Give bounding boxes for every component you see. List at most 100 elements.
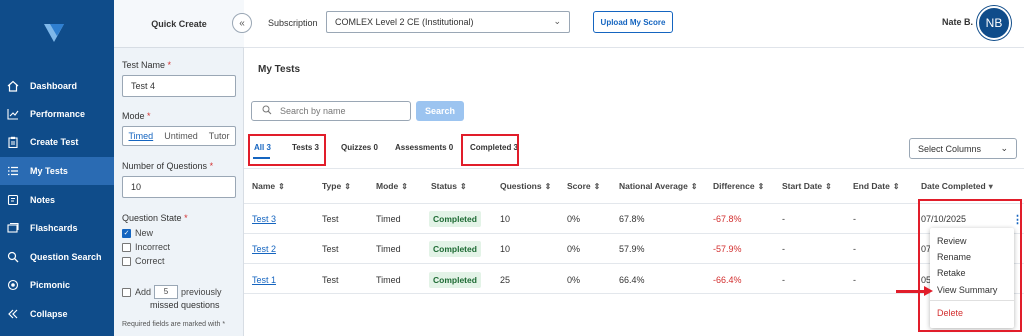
cell-end-date: - — [853, 214, 856, 224]
column-header-mode[interactable]: Mode ⇕ — [376, 181, 408, 191]
avatar[interactable]: NB — [977, 6, 1011, 40]
state-incorrect-checkbox[interactable]: Incorrect — [122, 242, 170, 252]
checkbox-icon — [122, 287, 131, 297]
cell-type: Test — [322, 244, 339, 254]
checkbox-icon — [122, 256, 131, 266]
cell-start-date: - — [782, 244, 785, 254]
sidebar-item-label: Collapse — [30, 309, 68, 319]
subscription-select[interactable]: COMLEX Level 2 CE (Institutional) ⌄ — [326, 11, 570, 33]
tab-assessments[interactable]: Assessments 0 — [395, 143, 453, 152]
chevron-down-icon: ⌄ — [553, 16, 561, 26]
mode-option-tutor[interactable]: Tutor — [209, 131, 230, 141]
cell-difference: -66.4% — [713, 275, 742, 285]
subscription-label: Subscription — [268, 18, 318, 28]
search-button[interactable]: Search — [416, 101, 464, 121]
highlight-box-menu — [918, 199, 1022, 332]
state-correct-checkbox[interactable]: Correct — [122, 256, 165, 266]
sidebar-item-label: Performance — [30, 109, 86, 119]
tab-quizzes[interactable]: Quizzes 0 — [341, 143, 378, 152]
select-columns-dropdown[interactable]: Select Columns ⌄ — [909, 138, 1017, 159]
sidebar-item-label: Question Search — [30, 252, 102, 262]
cell-difference: -67.8% — [713, 214, 742, 224]
add-missed-count-input[interactable]: 5 — [154, 285, 179, 299]
required-note: Required fields are marked with * — [122, 321, 226, 328]
sort-icon: ⇕ — [690, 182, 698, 191]
column-header-type[interactable]: Type ⇕ — [322, 181, 351, 191]
quick-create-panel: Quick Create Test Name * Test 4 Mode * T… — [114, 0, 244, 336]
cell-score: 0% — [567, 275, 581, 285]
mode-option-untimed[interactable]: Untimed — [164, 131, 198, 141]
cell-type: Test — [322, 214, 339, 224]
collapse-panel-button[interactable]: « — [232, 13, 252, 33]
home-icon — [6, 79, 20, 93]
test-name-link[interactable]: Test 1 — [252, 275, 276, 285]
sort-icon: ⇕ — [892, 182, 900, 191]
sidebar-item-my-tests[interactable]: My Tests — [0, 157, 114, 185]
sidebar-item-performance[interactable]: Performance — [0, 100, 114, 128]
sidebar-item-question-search[interactable]: Question Search — [0, 243, 114, 271]
num-questions-input[interactable]: 10 — [122, 176, 236, 198]
column-header-score[interactable]: Score ⇕ — [567, 181, 600, 191]
sidebar-item-dashboard[interactable]: Dashboard — [0, 72, 114, 100]
sort-icon: ⇕ — [593, 182, 601, 191]
test-name-link[interactable]: Test 3 — [252, 214, 276, 224]
mode-option-timed[interactable]: Timed — [129, 131, 154, 141]
status-badge: Completed — [429, 241, 481, 257]
status-badge: Completed — [429, 272, 481, 288]
annotation-arrow-head — [924, 286, 933, 296]
column-header-name[interactable]: Name ⇕ — [252, 181, 285, 191]
page-title: My Tests — [258, 64, 301, 75]
upload-score-button[interactable]: Upload My Score — [593, 11, 673, 33]
sidebar-item-picmonic[interactable]: Picmonic — [0, 271, 114, 299]
cell-difference: -57.9% — [713, 244, 742, 254]
sidebar-item-flashcards[interactable]: Flashcards — [0, 214, 114, 242]
sidebar-item-label: Notes — [30, 195, 56, 205]
cell-type: Test — [322, 275, 339, 285]
sidebar-item-create-test[interactable]: Create Test — [0, 128, 114, 156]
sidebar-item-collapse[interactable]: Collapse — [0, 300, 114, 328]
sort-icon: ⇕ — [544, 182, 552, 191]
test-name-label: Test Name * — [122, 60, 172, 70]
column-header-end-date[interactable]: End Date ⇕ — [853, 181, 900, 191]
test-name-input[interactable]: Test 4 — [122, 75, 236, 97]
annotation-arrow — [896, 290, 926, 293]
search-input[interactable]: Search by name — [251, 101, 411, 121]
cell-national-average: 67.8% — [619, 214, 645, 224]
cell-end-date: - — [853, 275, 856, 285]
user-name: Nate B. — [942, 17, 974, 27]
sort-icon: ⇕ — [459, 182, 467, 191]
add-missed-checkbox[interactable]: Add 5 previously — [122, 285, 222, 299]
sidebar: Dashboard Performance Create Test My Tes… — [0, 0, 114, 336]
sidebar-item-label: Flashcards — [30, 223, 78, 233]
column-header-difference[interactable]: Difference ⇕ — [713, 181, 764, 191]
double-chevron-left-icon — [6, 307, 20, 321]
sort-icon: ⇕ — [825, 182, 832, 191]
column-header-questions[interactable]: Questions ⇕ — [500, 181, 551, 191]
column-header-start-date[interactable]: Start Date ⇕ — [782, 181, 832, 191]
status-badge: Completed — [429, 211, 481, 227]
sort-icon: ⇕ — [757, 182, 765, 191]
cell-mode: Timed — [376, 275, 401, 285]
column-header-national-average[interactable]: National Average ⇕ — [619, 181, 698, 191]
column-header-status[interactable]: Status ⇕ — [431, 181, 467, 191]
checkbox-checked-icon: ✓ — [122, 228, 131, 238]
column-header-date-completed[interactable]: Date Completed ▾ — [921, 181, 993, 191]
sidebar-item-notes[interactable]: Notes — [0, 186, 114, 214]
search-icon — [262, 105, 272, 117]
sidebar-item-label: My Tests — [30, 166, 68, 176]
clipboard-icon — [6, 135, 20, 149]
cell-end-date: - — [853, 244, 856, 254]
add-missed-label: missed questions — [150, 300, 220, 310]
chevron-down-icon: ⌄ — [1000, 143, 1008, 153]
logo-icon — [44, 24, 64, 42]
list-icon — [6, 164, 20, 178]
test-name-link[interactable]: Test 2 — [252, 244, 276, 254]
cell-score: 0% — [567, 244, 581, 254]
picmonic-icon — [6, 278, 20, 292]
sort-icon: ⇕ — [401, 182, 408, 191]
sort-desc-icon: ▾ — [988, 182, 993, 191]
state-new-checkbox[interactable]: ✓ New — [122, 228, 153, 238]
cell-questions: 10 — [500, 214, 511, 224]
cell-mode: Timed — [376, 214, 401, 224]
checkbox-icon — [122, 242, 131, 252]
